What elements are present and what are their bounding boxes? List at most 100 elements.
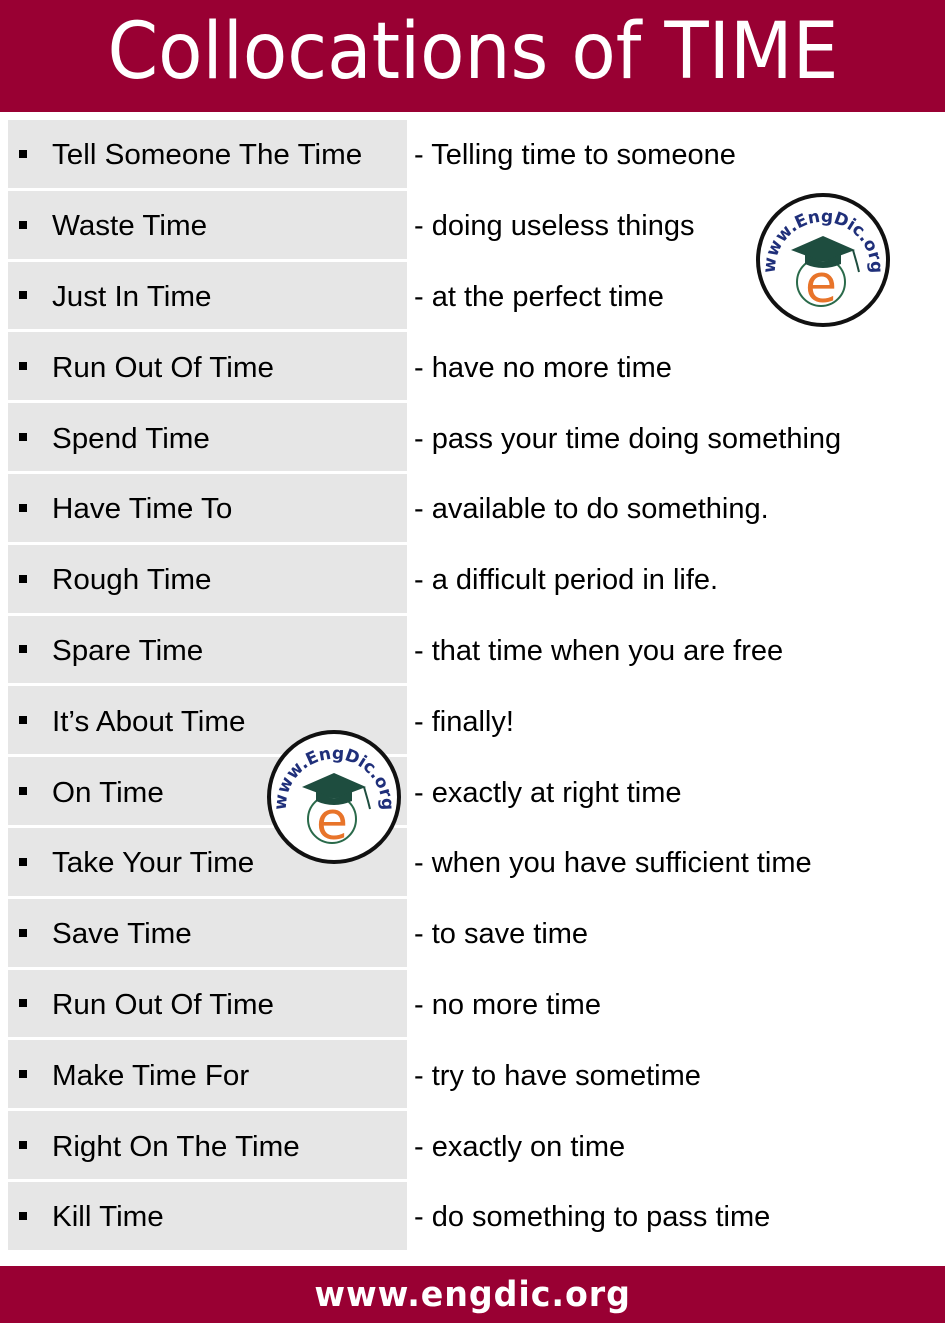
collocation-meaning: - Telling time to someone bbox=[414, 120, 736, 188]
collocation-term: Right On The Time bbox=[52, 1130, 300, 1163]
term-cell: Make Time For bbox=[8, 1040, 407, 1109]
footer-banner: www.engdic.org bbox=[0, 1266, 945, 1323]
term-cell: Save Time bbox=[8, 898, 407, 967]
square-bullet-icon bbox=[19, 149, 27, 158]
square-bullet-icon bbox=[19, 220, 27, 229]
collocation-meaning: - finally! bbox=[414, 686, 514, 754]
square-bullet-icon bbox=[19, 433, 27, 442]
list-item: Run Out Of Time - have no more time bbox=[0, 332, 945, 403]
list-item: It’s About Time - finally! bbox=[0, 686, 945, 757]
collocation-meaning: - do something to pass time bbox=[414, 1182, 770, 1250]
collocation-term: Have Time To bbox=[52, 493, 233, 526]
logo-letter: e bbox=[805, 255, 837, 315]
square-bullet-icon bbox=[19, 857, 27, 866]
meaning-text: - exactly at right time bbox=[414, 776, 682, 809]
square-bullet-icon bbox=[19, 574, 27, 583]
collocation-term: Run Out Of Time bbox=[52, 988, 274, 1021]
logo-letter: e bbox=[316, 792, 348, 852]
collocation-term: Spare Time bbox=[52, 634, 204, 667]
website-url[interactable]: www.engdic.org bbox=[314, 1275, 631, 1315]
term-cell: Spare Time bbox=[8, 615, 407, 684]
meaning-text: - no more time bbox=[414, 988, 601, 1021]
term-cell: Run Out Of Time bbox=[8, 969, 407, 1038]
collocation-term: On Time bbox=[52, 776, 164, 809]
list-item: Take Your Time - when you have sufficien… bbox=[0, 827, 945, 899]
meaning-text: - try to have sometime bbox=[414, 1059, 701, 1092]
list-item: Save Time - to save time bbox=[0, 898, 945, 970]
list-item: On Time - exactly at right time bbox=[0, 757, 945, 828]
square-bullet-icon bbox=[19, 503, 27, 512]
meaning-text: - that time when you are free bbox=[414, 634, 784, 667]
meaning-text: - finally! bbox=[414, 705, 514, 738]
square-bullet-icon bbox=[19, 1070, 27, 1079]
collocation-term: Save Time bbox=[52, 918, 192, 951]
collocation-term: Take Your Time bbox=[52, 847, 255, 880]
term-cell: Right On The Time bbox=[8, 1111, 407, 1179]
collocation-term: Just In Time bbox=[52, 280, 212, 313]
term-cell: Rough Time bbox=[8, 544, 407, 613]
square-bullet-icon bbox=[19, 999, 27, 1008]
collocation-meaning: - exactly on time bbox=[414, 1111, 625, 1179]
term-cell: Waste Time bbox=[8, 190, 407, 259]
engdic-logo-icon: www.EngDic.org e bbox=[267, 730, 401, 864]
list-item: Run Out Of Time - no more time bbox=[0, 969, 945, 1041]
meaning-text: - do something to pass time bbox=[414, 1201, 771, 1234]
title-banner: Collocations of TIME bbox=[0, 0, 945, 112]
list-item: Rough Time - a difficult period in life. bbox=[0, 544, 945, 616]
meaning-text: - at the perfect time bbox=[414, 280, 664, 313]
meaning-text: - a difficult period in life. bbox=[414, 564, 719, 597]
collocation-term: Run Out Of Time bbox=[52, 351, 274, 384]
list-item: Kill Time - do something to pass time bbox=[0, 1181, 945, 1253]
collocation-term: It’s About Time bbox=[52, 705, 246, 738]
collocation-meaning: - have no more time bbox=[414, 332, 672, 400]
square-bullet-icon bbox=[19, 1141, 27, 1150]
collocation-term: Waste Time bbox=[52, 210, 208, 243]
square-bullet-icon bbox=[19, 1211, 27, 1220]
meaning-text: - have no more time bbox=[414, 351, 672, 384]
term-cell: Have Time To bbox=[8, 473, 407, 542]
collocation-meaning: - pass your time doing something bbox=[414, 403, 841, 471]
collocation-meaning: - that time when you are free bbox=[414, 616, 783, 684]
list-item: Spare Time - that time when you are free bbox=[0, 615, 945, 687]
term-cell: Run Out Of Time bbox=[8, 332, 407, 401]
collocation-meaning: - try to have sometime bbox=[414, 1040, 701, 1108]
list-item: Spend Time - pass your time doing someth… bbox=[0, 403, 945, 474]
term-cell: Tell Someone The Time bbox=[8, 120, 407, 188]
meaning-text: - doing useless things bbox=[414, 210, 695, 243]
page-title: Collocations of TIME bbox=[107, 7, 838, 97]
collocation-meaning: - at the perfect time bbox=[414, 262, 664, 330]
list-item: Make Time For - try to have sometime bbox=[0, 1040, 945, 1111]
collocation-term: Make Time For bbox=[52, 1059, 250, 1092]
term-cell: Just In Time bbox=[8, 261, 407, 330]
collocation-meaning: - a difficult period in life. bbox=[414, 545, 718, 613]
square-bullet-icon bbox=[19, 362, 27, 371]
meaning-text: - to save time bbox=[414, 918, 589, 951]
meaning-text: - available to do something. bbox=[414, 493, 769, 526]
term-cell: Kill Time bbox=[8, 1181, 407, 1250]
engdic-logo: www.EngDic.org e bbox=[755, 192, 891, 328]
collocation-meaning: - doing useless things bbox=[414, 191, 695, 259]
collocation-meaning: - when you have sufficient time bbox=[414, 828, 812, 896]
collocation-term: Kill Time bbox=[52, 1201, 164, 1234]
square-bullet-icon bbox=[19, 716, 27, 725]
square-bullet-icon bbox=[19, 291, 27, 300]
collocation-meaning: - exactly at right time bbox=[414, 757, 682, 825]
collocation-term: Spend Time bbox=[52, 422, 210, 455]
square-bullet-icon bbox=[19, 928, 27, 937]
meaning-text: - exactly on time bbox=[414, 1130, 626, 1163]
term-cell: Spend Time bbox=[8, 403, 407, 471]
collocation-term: Tell Someone The Time bbox=[52, 139, 363, 172]
meaning-text: - Telling time to someone bbox=[414, 139, 736, 172]
list-item: Have Time To - available to do something… bbox=[0, 473, 945, 545]
square-bullet-icon bbox=[19, 645, 27, 654]
collocation-meaning: - available to do something. bbox=[414, 474, 769, 542]
collocation-meaning: - to save time bbox=[414, 899, 588, 967]
collocation-term: Rough Time bbox=[52, 564, 212, 597]
engdic-logo: www.EngDic.org e bbox=[266, 729, 402, 865]
square-bullet-icon bbox=[19, 787, 27, 796]
collocation-meaning: - no more time bbox=[414, 970, 601, 1038]
engdic-logo-icon: www.EngDic.org e bbox=[756, 193, 890, 327]
meaning-text: - when you have sufficient time bbox=[414, 847, 812, 880]
meaning-text: - pass your time doing something bbox=[414, 422, 842, 455]
list-item: Tell Someone The Time - Telling time to … bbox=[0, 120, 945, 191]
